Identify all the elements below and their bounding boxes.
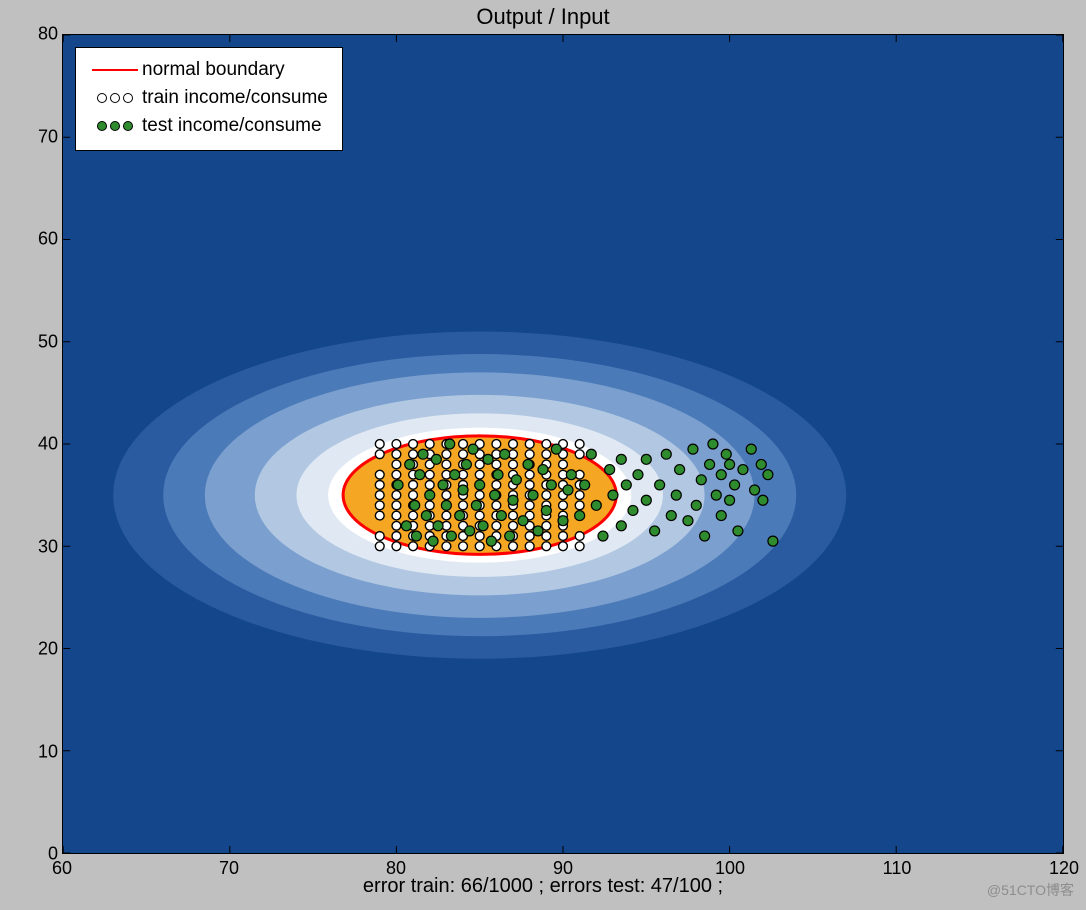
legend-entry-boundary: normal boundary bbox=[88, 56, 328, 84]
y-tick-label: 20 bbox=[10, 639, 58, 660]
y-tick-label: 50 bbox=[10, 331, 58, 352]
y-tick-label: 0 bbox=[10, 844, 58, 865]
figure: Output / Input 01020304050607080 6070809… bbox=[0, 0, 1086, 910]
legend: normal boundary train income/consume tes… bbox=[75, 47, 343, 151]
y-tick-label: 40 bbox=[10, 434, 58, 455]
chart-title: Output / Input bbox=[0, 4, 1086, 30]
x-axis-label: error train: 66/1000 ; errors test: 47/1… bbox=[0, 875, 1086, 898]
plot-area: normal boundary train income/consume tes… bbox=[62, 34, 1064, 854]
legend-label: normal boundary bbox=[142, 56, 285, 84]
plot-svg bbox=[63, 35, 1063, 853]
legend-label: test income/consume bbox=[142, 112, 322, 140]
legend-line-icon bbox=[88, 69, 142, 72]
legend-green-circles-icon bbox=[88, 121, 142, 131]
y-tick-label: 80 bbox=[10, 24, 58, 45]
legend-entry-test: test income/consume bbox=[88, 112, 328, 140]
legend-label: train income/consume bbox=[142, 84, 328, 112]
watermark: @51CTO博客 bbox=[987, 880, 1074, 900]
y-tick-label: 70 bbox=[10, 126, 58, 147]
y-tick-label: 30 bbox=[10, 536, 58, 557]
legend-open-circles-icon bbox=[88, 93, 142, 103]
legend-entry-train: train income/consume bbox=[88, 84, 328, 112]
y-tick-label: 10 bbox=[10, 741, 58, 762]
y-tick-label: 60 bbox=[10, 229, 58, 250]
